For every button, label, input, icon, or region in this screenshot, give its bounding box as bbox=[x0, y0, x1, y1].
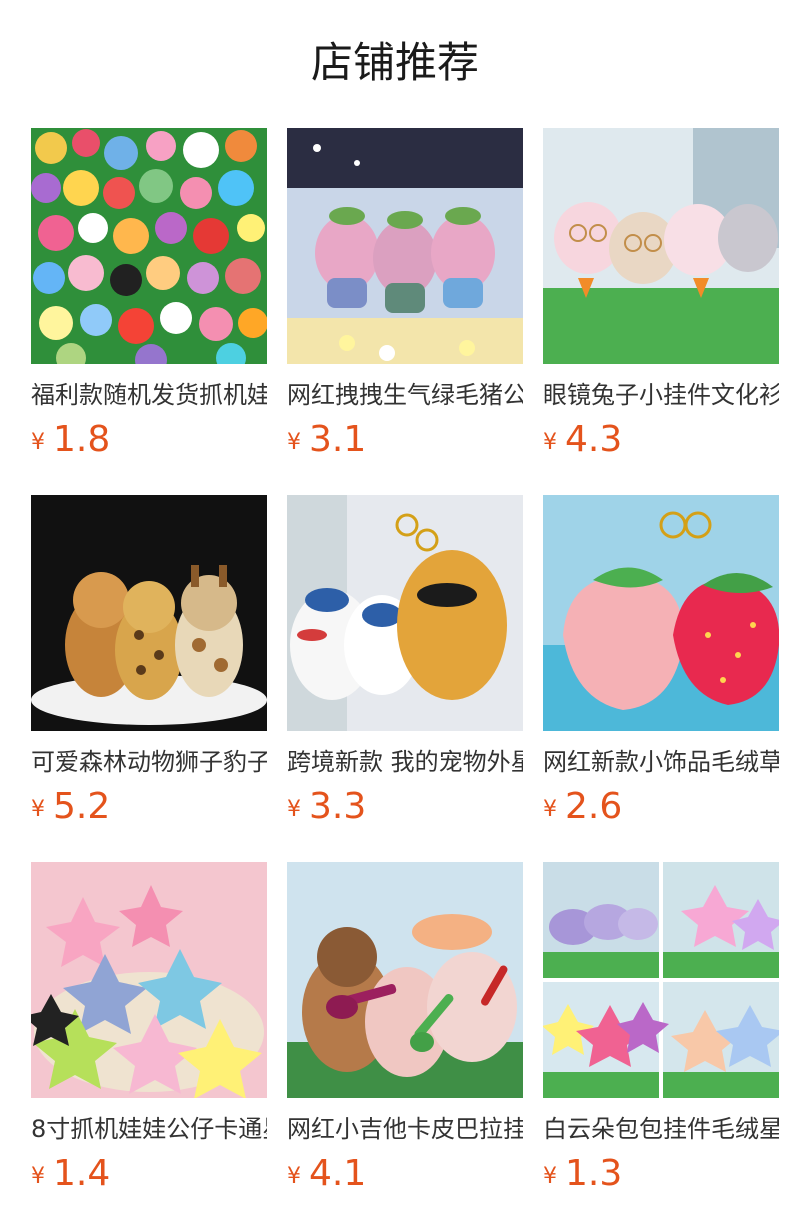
strawberry-plush-image[interactable] bbox=[543, 495, 779, 731]
glasses-bunny-plush-image[interactable] bbox=[543, 128, 779, 364]
currency-symbol: ¥ bbox=[287, 1164, 301, 1189]
price-value: 2.6 bbox=[565, 786, 623, 827]
guitar-capybara-plush-image[interactable] bbox=[287, 862, 523, 1098]
product-name[interactable]: 8寸抓机娃娃公仔卡通星星 bbox=[31, 1114, 267, 1144]
product-price: ¥3.1 bbox=[287, 420, 523, 460]
product-card[interactable]: 网红小吉他卡皮巴拉挂件 ¥4.1 bbox=[287, 862, 523, 1194]
product-price: ¥1.4 bbox=[31, 1154, 267, 1194]
product-name[interactable]: 可爱森林动物狮子豹子 bbox=[31, 747, 267, 777]
price-value: 3.3 bbox=[309, 786, 367, 827]
product-card[interactable]: 网红新款小饰品毛绒草莓 ¥2.6 bbox=[543, 495, 779, 827]
product-price: ¥1.3 bbox=[543, 1154, 779, 1194]
product-card[interactable]: 眼镜兔子小挂件文化衫 ¥4.3 bbox=[543, 128, 779, 460]
forest-animals-plush-image[interactable] bbox=[31, 495, 267, 731]
price-value: 1.8 bbox=[53, 419, 111, 460]
assorted-plush-pile-image[interactable] bbox=[31, 128, 267, 364]
price-value: 5.2 bbox=[53, 786, 111, 827]
price-value: 1.4 bbox=[53, 1153, 111, 1194]
price-value: 4.1 bbox=[309, 1153, 367, 1194]
product-price: ¥4.1 bbox=[287, 1154, 523, 1194]
page-title: 店铺推荐 bbox=[310, 38, 479, 87]
currency-symbol: ¥ bbox=[31, 430, 45, 455]
product-card[interactable]: 可爱森林动物狮子豹子 ¥5.2 bbox=[31, 495, 267, 827]
product-name[interactable]: 眼镜兔子小挂件文化衫 bbox=[543, 380, 779, 410]
product-name[interactable]: 网红新款小饰品毛绒草莓 bbox=[543, 747, 779, 777]
currency-symbol: ¥ bbox=[287, 797, 301, 822]
currency-symbol: ¥ bbox=[31, 1164, 45, 1189]
green-hair-pig-plush-image[interactable] bbox=[287, 128, 523, 364]
product-price: ¥1.8 bbox=[31, 420, 267, 460]
product-grid: 福利款随机发货抓机娃娃 ¥1.8 bbox=[31, 128, 790, 1228]
currency-symbol: ¥ bbox=[287, 430, 301, 455]
currency-symbol: ¥ bbox=[543, 1164, 557, 1189]
product-name[interactable]: 白云朵包包挂件毛绒星星 bbox=[543, 1114, 779, 1144]
currency-symbol: ¥ bbox=[543, 797, 557, 822]
product-card[interactable]: 福利款随机发货抓机娃娃 ¥1.8 bbox=[31, 128, 267, 460]
currency-symbol: ¥ bbox=[543, 430, 557, 455]
product-price: ¥4.3 bbox=[543, 420, 779, 460]
product-price: ¥2.6 bbox=[543, 787, 779, 827]
product-name[interactable]: 网红小吉他卡皮巴拉挂件 bbox=[287, 1114, 523, 1144]
price-value: 1.3 bbox=[565, 1153, 623, 1194]
price-value: 3.1 bbox=[309, 419, 367, 460]
price-value: 4.3 bbox=[565, 419, 623, 460]
product-price: ¥5.2 bbox=[31, 787, 267, 827]
product-card[interactable]: 跨境新款 我的宠物外星人 ¥3.3 bbox=[287, 495, 523, 827]
product-price: ¥3.3 bbox=[287, 787, 523, 827]
product-name[interactable]: 跨境新款 我的宠物外星人 bbox=[287, 747, 523, 777]
product-name[interactable]: 网红拽拽生气绿毛猪公仔 bbox=[287, 380, 523, 410]
star-plush-basket-image[interactable] bbox=[31, 862, 267, 1098]
product-card[interactable]: 8寸抓机娃娃公仔卡通星星 ¥1.4 bbox=[31, 862, 267, 1194]
product-card[interactable]: 网红拽拽生气绿毛猪公仔 ¥3.1 bbox=[287, 128, 523, 460]
product-name[interactable]: 福利款随机发货抓机娃娃 bbox=[31, 380, 267, 410]
cloud-star-keychain-image[interactable] bbox=[543, 862, 779, 1098]
currency-symbol: ¥ bbox=[31, 797, 45, 822]
alien-pet-plush-image[interactable] bbox=[287, 495, 523, 731]
product-card[interactable]: 白云朵包包挂件毛绒星星 ¥1.3 bbox=[543, 862, 779, 1194]
